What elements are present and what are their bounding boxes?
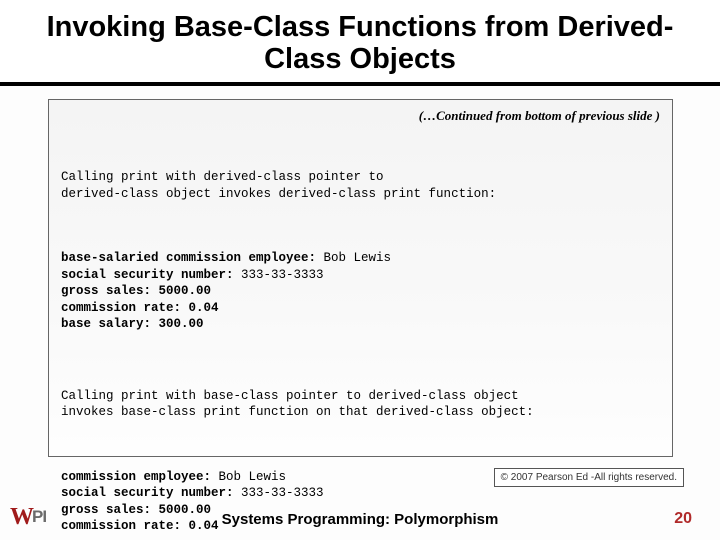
title-bar: Invoking Base-Class Functions from Deriv… xyxy=(0,0,720,86)
text-line: Calling print with base-class pointer to… xyxy=(61,389,519,403)
value: Bob Lewis xyxy=(324,251,392,265)
label: social security number: xyxy=(61,486,241,500)
text-line: Calling print with derived-class pointer… xyxy=(61,170,384,184)
label: social security number: xyxy=(61,268,241,282)
output-caption-1: Calling print with derived-class pointer… xyxy=(61,169,660,202)
copyright-notice: © 2007 Pearson Ed -All rights reserved. xyxy=(494,468,684,487)
label: base-salaried commission employee: xyxy=(61,251,324,265)
output-caption-2: Calling print with base-class pointer to… xyxy=(61,388,660,421)
text-line: derived-class object invokes derived-cla… xyxy=(61,187,496,201)
label: commission employee: xyxy=(61,470,219,484)
page-number: 20 xyxy=(674,510,692,528)
value: 333-33-3333 xyxy=(241,486,324,500)
text-line: gross sales: 5000.00 xyxy=(61,284,211,298)
text-line: base salary: 300.00 xyxy=(61,317,204,331)
value: Bob Lewis xyxy=(219,470,287,484)
text-line: commission rate: 0.04 xyxy=(61,301,219,315)
slide-footer: WPI Systems Programming: Polymorphism 20 xyxy=(0,500,720,540)
value: 333-33-3333 xyxy=(241,268,324,282)
text-line: invokes base-class print function on tha… xyxy=(61,405,534,419)
slide-title: Invoking Base-Class Functions from Deriv… xyxy=(20,11,700,76)
output-panel: (…Continued from bottom of previous slid… xyxy=(48,99,673,457)
slide: Invoking Base-Class Functions from Deriv… xyxy=(0,0,720,540)
footer-title: Systems Programming: Polymorphism xyxy=(0,511,720,528)
continued-note: (…Continued from bottom of previous slid… xyxy=(61,108,660,124)
output-block-1: base-salaried commission employee: Bob L… xyxy=(61,250,660,333)
